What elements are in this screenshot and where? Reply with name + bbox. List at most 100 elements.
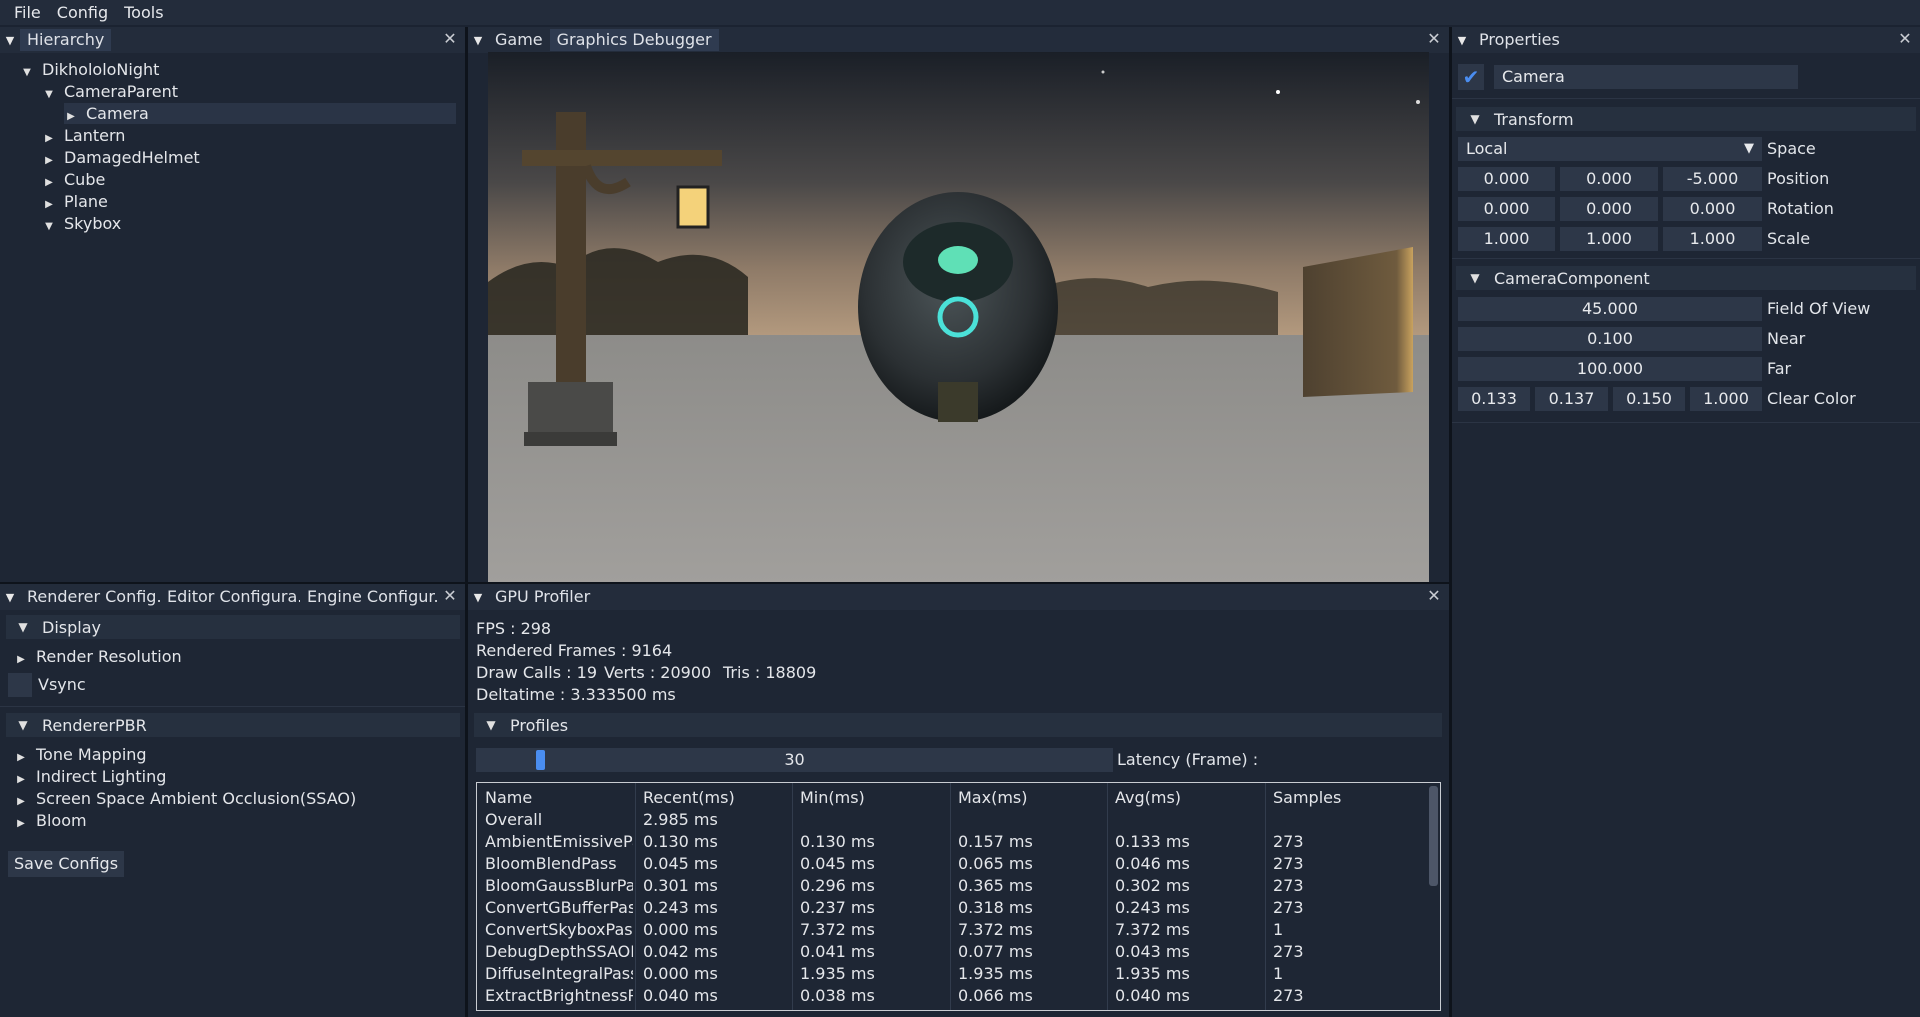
tab-game[interactable]: Game [488, 29, 550, 51]
menu-config[interactable]: Config [49, 3, 116, 22]
panel-menu-icon[interactable]: ▼ [0, 34, 20, 47]
tree-item[interactable]: ▶ Lantern [42, 125, 125, 146]
scale-z[interactable]: 1.000 [1663, 227, 1762, 251]
table-cell: 0.365 ms [958, 876, 1033, 895]
menu-file[interactable]: File [6, 3, 49, 22]
tree-item[interactable]: ▶ Camera [64, 103, 456, 124]
tree-item[interactable]: ▶ Cube [42, 169, 105, 190]
column-header[interactable]: Samples [1273, 787, 1423, 809]
clear-color-g[interactable]: 0.137 [1535, 387, 1608, 411]
collapsed-arrow-icon[interactable]: ▶ [42, 194, 56, 215]
renderer-config-item[interactable]: ▶ Bloom [14, 810, 86, 831]
splitter[interactable] [1449, 27, 1452, 1017]
close-icon[interactable]: ✕ [1896, 30, 1914, 48]
column-separator[interactable] [1107, 783, 1108, 1010]
rendered-frames-readout: Rendered Frames : 9164 [476, 641, 673, 660]
column-separator[interactable] [635, 783, 636, 1010]
splitter[interactable] [465, 27, 468, 1017]
divider [1452, 422, 1920, 423]
column-header[interactable]: Avg(ms) [1115, 787, 1263, 809]
close-icon[interactable]: ✕ [1425, 587, 1443, 605]
clear-color-a[interactable]: 1.000 [1690, 387, 1762, 411]
menu-tools[interactable]: Tools [116, 3, 171, 22]
collapsed-arrow-icon[interactable]: ▶ [42, 150, 56, 171]
renderer-pbr-header[interactable]: ▼ RendererPBR [6, 713, 460, 737]
viewport-tabbar: ▼ Game Graphics Debugger ✕ [468, 27, 1449, 53]
hierarchy-tabbar: ▼ Hierarchy ✕ [0, 27, 465, 53]
panel-menu-icon[interactable]: ▼ [468, 591, 488, 604]
expanded-arrow-icon[interactable]: ▼ [42, 216, 56, 237]
collapsed-arrow-icon[interactable]: ▶ [42, 128, 56, 149]
far-input[interactable]: 100.000 [1458, 357, 1762, 381]
position-z[interactable]: -5.000 [1663, 167, 1762, 191]
camera-component-header[interactable]: ▼ CameraComponent [1456, 266, 1916, 290]
tree-item[interactable]: ▼ DikhololoNight [20, 59, 159, 80]
close-icon[interactable]: ✕ [441, 587, 459, 605]
collapsed-arrow-icon[interactable]: ▶ [42, 172, 56, 193]
renderer-config-item[interactable]: ▶ Tone Mapping [14, 744, 146, 765]
scale-x[interactable]: 1.000 [1458, 227, 1555, 251]
config-panel: ▼ Renderer Config... Editor Configura...… [0, 584, 465, 1017]
collapsed-arrow-icon[interactable]: ▶ [64, 106, 78, 127]
position-y[interactable]: 0.000 [1560, 167, 1658, 191]
column-header[interactable]: Name [485, 787, 633, 809]
clear-color-b[interactable]: 0.150 [1613, 387, 1685, 411]
rotation-y[interactable]: 0.000 [1560, 197, 1658, 221]
profiles-header[interactable]: ▼ Profiles [474, 713, 1442, 737]
tab-properties[interactable]: Properties [1472, 29, 1567, 51]
space-dropdown[interactable]: Local ▼ [1458, 137, 1762, 161]
expand-arrow-icon: ▼ [486, 718, 496, 732]
table-cell: 273 [1273, 876, 1304, 895]
column-header[interactable]: Recent(ms) [643, 787, 790, 809]
game-viewport[interactable] [488, 52, 1429, 583]
tab-editor-config[interactable]: Editor Configura... [160, 586, 300, 608]
profile-table[interactable]: Name Recent(ms) Min(ms) Max(ms) Avg(ms) Sampl… [476, 782, 1441, 1011]
camera-component-title: CameraComponent [1494, 268, 1650, 288]
column-header[interactable]: Max(ms) [958, 787, 1105, 809]
render-resolution-item[interactable]: ▶ Render Resolution [14, 646, 182, 667]
splitter[interactable] [0, 582, 1449, 584]
object-name-input[interactable]: Camera [1494, 65, 1798, 89]
column-separator[interactable] [950, 783, 951, 1010]
panel-menu-icon[interactable]: ▼ [1452, 34, 1472, 47]
latency-slider[interactable]: 30 [476, 748, 1113, 772]
tree-item[interactable]: ▼ CameraParent [42, 81, 178, 102]
clear-color-r[interactable]: 0.133 [1458, 387, 1530, 411]
position-x[interactable]: 0.000 [1458, 167, 1555, 191]
enabled-checkbox[interactable]: ✔ [1458, 64, 1484, 90]
rotation-x[interactable]: 0.000 [1458, 197, 1555, 221]
tab-gpu-profiler[interactable]: GPU Profiler [488, 586, 597, 608]
column-separator[interactable] [792, 783, 793, 1010]
tree-item[interactable]: ▶ DamagedHelmet [42, 147, 200, 168]
table-cell: BloomBlendPass [485, 854, 617, 873]
properties-panel: ▼ Properties ✕ ✔ Camera ▼ Transform Loca… [1452, 27, 1920, 1017]
scale-y[interactable]: 1.000 [1560, 227, 1658, 251]
tab-graphics-debugger[interactable]: Graphics Debugger [549, 29, 719, 51]
renderer-config-item[interactable]: ▶ Indirect Lighting [14, 766, 166, 787]
renderer-config-item-label: Screen Space Ambient Occlusion(SSAO) [36, 789, 357, 808]
tab-renderer-config[interactable]: Renderer Config... [20, 586, 160, 608]
save-configs-button[interactable]: Save Configs [8, 851, 125, 877]
close-icon[interactable]: ✕ [1425, 30, 1443, 48]
expand-arrow-icon: ▼ [1470, 112, 1480, 126]
expanded-arrow-icon[interactable]: ▼ [20, 62, 34, 83]
close-icon[interactable]: ✕ [441, 30, 459, 48]
panel-menu-icon[interactable]: ▼ [468, 34, 488, 47]
table-scrollbar[interactable] [1429, 786, 1438, 886]
tab-hierarchy[interactable]: Hierarchy [20, 29, 112, 51]
panel-menu-icon[interactable]: ▼ [0, 591, 20, 604]
tree-item[interactable]: ▼ Skybox [42, 213, 121, 234]
tree-item[interactable]: ▶ Plane [42, 191, 108, 212]
near-input[interactable]: 0.100 [1458, 327, 1762, 351]
table-cell [1273, 809, 1423, 831]
fov-input[interactable]: 45.000 [1458, 297, 1762, 321]
column-header[interactable]: Min(ms) [800, 787, 948, 809]
tab-engine-config[interactable]: Engine Configur... [300, 586, 440, 608]
expanded-arrow-icon[interactable]: ▼ [42, 84, 56, 105]
rotation-z[interactable]: 0.000 [1663, 197, 1762, 221]
display-header[interactable]: ▼ Display [6, 615, 460, 639]
vsync-checkbox[interactable] [8, 673, 32, 697]
transform-header[interactable]: ▼ Transform [1456, 107, 1916, 131]
column-separator[interactable] [1265, 783, 1266, 1010]
renderer-config-item[interactable]: ▶ Screen Space Ambient Occlusion(SSAO) [14, 788, 356, 809]
